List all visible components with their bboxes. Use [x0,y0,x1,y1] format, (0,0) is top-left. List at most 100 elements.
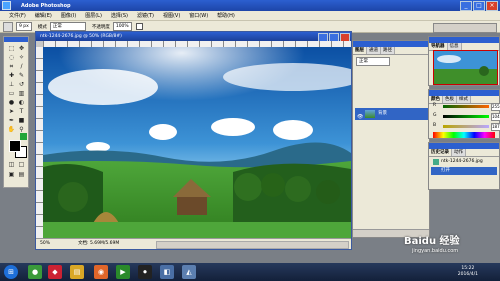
menu-view[interactable]: 视图(V) [163,12,180,19]
tab-history[interactable]: 历史记录 [429,149,452,156]
taskbar: ⊞ ● ◆ ▤ ◉ ▶ ⏺ ◧ ◭ 15:22 2016/4/1 [0,263,500,281]
fullscreen-mode-icon[interactable]: ▤ [17,171,26,179]
screen-mode-icon[interactable]: ▣ [7,171,16,179]
landscape-image [43,47,351,240]
system-clock[interactable]: 15:22 2016/4/1 [458,266,478,278]
hand-tool-icon[interactable]: ✋ [7,126,16,134]
blue-slider[interactable] [443,125,489,128]
menu-layer[interactable]: 图层(L) [85,12,102,19]
menu-file[interactable]: 文件(F) [9,12,26,19]
recorder-icon[interactable]: ⏺ [138,265,152,279]
navigator-panel: 导航器 信息 [428,36,500,86]
color-panel: 颜色 色板 样式 R 255 G 104 B 187 [428,89,500,139]
tab-swatches[interactable]: 色板 [443,96,457,103]
pen-tool-icon[interactable]: ✒ [7,117,16,125]
clock-date: 2016/4/1 [457,272,478,277]
mode-select[interactable]: 正常 [49,22,86,31]
red-value[interactable]: 255 [491,103,500,111]
menu-image[interactable]: 图像(I) [61,12,76,19]
tab-actions[interactable]: 动作 [452,149,466,156]
start-button-icon[interactable]: ⊞ [4,265,18,279]
blur-tool-icon[interactable]: ● [7,99,16,107]
taskbar-app-icon[interactable]: ◧ [160,265,174,279]
minimize-button[interactable]: _ [460,1,472,11]
dodge-tool-icon[interactable]: ◐ [17,99,26,107]
doc-size-info: 文档: 5.69M/5.69M [78,241,120,246]
layer-row-background[interactable]: 👁 背景 [355,108,428,120]
color-spectrum[interactable] [433,132,495,138]
blue-label: B [433,123,437,128]
document-window: ntk-1244-2676.jpg @ 50% (RGB/8#) 50% 文档:… [35,31,352,250]
menu-help[interactable]: 帮助(H) [217,12,235,19]
crop-tool-icon[interactable]: ⌗ [7,63,16,71]
path-select-icon[interactable]: ➤ [7,108,16,116]
type-tool-icon[interactable]: T [17,108,26,116]
zoom-level[interactable]: 50% [40,239,50,249]
foreground-color-swatch[interactable] [9,140,21,152]
marquee-tool-icon[interactable]: ⬚ [7,45,16,53]
blend-mode-select[interactable]: 正常 [356,57,390,66]
document-status-bar: 50% 文档: 5.69M/5.69M [36,238,351,249]
taskbar-app-icon[interactable]: ◆ [48,265,62,279]
opacity-field[interactable]: 100% [112,22,132,31]
taskbar-app-icon[interactable]: ● [28,265,42,279]
red-label: R [433,103,437,108]
menu-select[interactable]: 选择(S) [111,12,128,19]
green-label: G [433,113,437,118]
maximize-button[interactable]: □ [473,1,485,11]
history-panel: 历史记录 动作 ntk-1244-2676.jpg 打开 [428,142,500,190]
history-item-open[interactable]: 打开 [431,167,497,175]
brush-tool-icon[interactable]: ✎ [17,72,26,80]
slice-tool-icon[interactable]: ∕ [17,63,26,71]
menu-window[interactable]: 窗口(W) [189,12,208,19]
palette-well[interactable] [433,23,497,33]
tab-styles[interactable]: 样式 [457,96,471,103]
green-value[interactable]: 104 [491,113,500,121]
move-tool-icon[interactable]: ✥ [17,45,26,53]
color-indicator [20,133,27,140]
menu-filter[interactable]: 滤镜(T) [137,12,154,19]
brush-size-field[interactable]: 9 px [16,22,32,31]
red-slider[interactable] [443,105,489,108]
snapshot-thumbnail [433,159,439,165]
green-slider[interactable] [443,115,489,118]
app-title-bar: Adobe Photoshop _ □ × [0,0,500,11]
healing-brush-icon[interactable]: ✚ [7,72,16,80]
menu-bar: 文件(F) 编辑(E) 图像(I) 图层(L) 选择(S) 滤镜(T) 视图(V… [0,11,500,21]
tab-color[interactable]: 颜色 [429,96,443,103]
shape-tool-icon[interactable]: ■ [17,117,26,125]
horizontal-scrollbar[interactable] [156,241,349,249]
menu-edit[interactable]: 编辑(E) [35,12,52,19]
history-brush-icon[interactable]: ↺ [17,81,26,89]
tab-paths[interactable]: 路径 [381,47,395,54]
brush-preset-icon[interactable] [3,21,13,32]
history-item-label: ntk-1244-2676.jpg [441,159,483,164]
eraser-tool-icon[interactable]: ▭ [7,90,16,98]
media-player-icon[interactable]: ▶ [116,265,130,279]
tab-layers[interactable]: 图层 [353,47,367,54]
navigator-preview[interactable] [433,50,498,85]
image-canvas[interactable] [43,47,351,240]
option-checkbox[interactable] [135,23,143,30]
tab-info[interactable]: 信息 [447,43,462,50]
clone-stamp-icon[interactable]: ⊥ [7,81,16,89]
eye-icon[interactable]: 👁 [357,111,363,123]
history-item-label: 打开 [441,168,450,173]
blue-value[interactable]: 187 [491,123,500,131]
standard-mode-icon[interactable]: □ [17,161,26,169]
photoshop-taskbar-icon[interactable]: ◭ [182,265,196,279]
history-snapshot[interactable]: ntk-1244-2676.jpg [431,158,497,166]
quick-mask-icon[interactable]: ◫ [7,161,16,169]
tab-channels[interactable]: 通道 [367,47,381,54]
magic-wand-icon[interactable]: ✧ [17,54,26,62]
folder-icon[interactable]: ▤ [70,265,84,279]
app-title: Adobe Photoshop [21,2,71,9]
document-title: ntk-1244-2676.jpg @ 50% (RGB/8#) [36,32,351,41]
gradient-tool-icon[interactable]: ▥ [17,90,26,98]
watermark-logo: Baidu 经验 [404,236,460,247]
tab-navigator[interactable]: 导航器 [429,43,448,50]
firefox-icon[interactable]: ◉ [94,265,108,279]
layer-name: 背景 [378,111,387,116]
close-button[interactable]: × [486,1,498,11]
lasso-tool-icon[interactable]: ◌ [7,54,16,62]
